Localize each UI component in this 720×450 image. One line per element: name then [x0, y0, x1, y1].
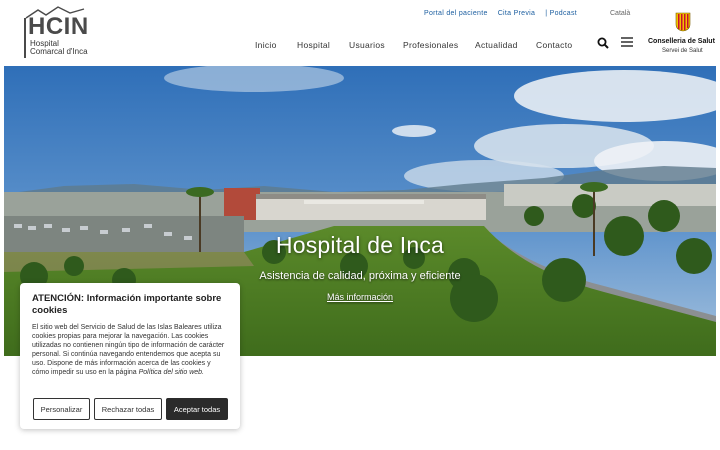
- cookie-dialog-text: El sitio web del Servicio de Salud de la…: [32, 323, 228, 377]
- balearic-crest-icon: [675, 12, 691, 32]
- link-podcast[interactable]: | Podcast: [545, 10, 577, 20]
- nav-item-actualidad[interactable]: Actualidad: [475, 40, 518, 50]
- cookie-dialog-title: ATENCIÓN: Información importante sobre c…: [32, 293, 222, 316]
- language-switch[interactable]: Català: [610, 10, 630, 17]
- cookie-policy-link[interactable]: Política del sitio web.: [139, 369, 204, 376]
- top-links: Portal del paciente Cita Previa | Podcas…: [424, 10, 577, 20]
- nav-item-hospital[interactable]: Hospital: [297, 40, 330, 50]
- logo-subtitle-line2: Comarcal d'Inca: [30, 47, 88, 56]
- reject-all-cookies-button[interactable]: Rechazar todas: [94, 398, 162, 420]
- conselleria-title: Conselleria de Salut: [648, 38, 715, 45]
- hospital-logo[interactable]: HCIN Hospital Comarcal d'Inca: [24, 6, 89, 58]
- nav-item-inicio[interactable]: Inicio: [255, 40, 277, 50]
- accept-all-cookies-button[interactable]: Aceptar todas: [166, 398, 228, 420]
- site-header: HCIN Hospital Comarcal d'Inca Portal del…: [0, 0, 720, 66]
- link-cita-previa[interactable]: Cita Previa: [498, 10, 536, 20]
- conselleria-logo[interactable]: Conselleria de Salut Servei de Salut: [646, 10, 720, 58]
- nav-item-profesionales[interactable]: Profesionales: [403, 40, 458, 50]
- nav-item-usuarios[interactable]: Usuarios: [349, 40, 385, 50]
- hamburger-menu-icon[interactable]: [621, 36, 633, 48]
- hero-title: Hospital de Inca: [275, 232, 445, 258]
- cookie-button-row: Personalizar Rechazar todas Aceptar toda…: [33, 398, 228, 420]
- logo-name: HCIN: [28, 13, 89, 40]
- nav-item-contacto[interactable]: Contacto: [536, 40, 572, 50]
- hero-subtitle: Asistencia de calidad, próxima y eficien…: [259, 270, 461, 282]
- logo-divider: [24, 18, 26, 58]
- cookie-consent-dialog: ATENCIÓN: Información importante sobre c…: [20, 283, 240, 429]
- personalize-cookies-button[interactable]: Personalizar: [33, 398, 90, 420]
- conselleria-subtitle: Servei de Salut: [662, 48, 703, 54]
- search-icon[interactable]: [597, 37, 609, 49]
- link-portal-paciente[interactable]: Portal del paciente: [424, 10, 488, 20]
